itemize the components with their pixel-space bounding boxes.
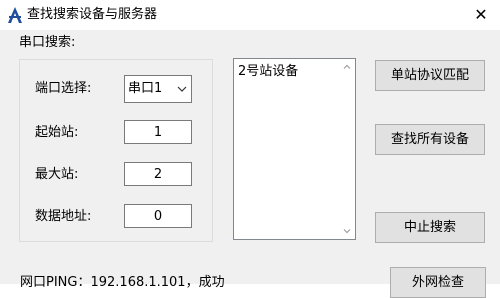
port-select-value: 串口1 bbox=[128, 81, 163, 96]
dialog-client-area: 串口搜索: 端口选择: 串口1 起始站: 1 最大站: 2 数据地址: 0 2号… bbox=[0, 30, 500, 298]
app-logo-icon bbox=[6, 6, 24, 24]
data-address-input[interactable]: 0 bbox=[124, 204, 192, 228]
start-station-label: 起始站: bbox=[35, 125, 79, 140]
serial-search-label: 串口搜索: bbox=[19, 35, 76, 50]
external-network-check-button[interactable]: 外网检查 bbox=[390, 267, 486, 298]
list-item[interactable]: 2号站设备 bbox=[238, 63, 298, 81]
scroll-up-icon[interactable] bbox=[343, 63, 351, 71]
close-button[interactable]: ✕ bbox=[462, 0, 500, 30]
serial-search-group: 端口选择: 串口1 起始站: 1 最大站: 2 数据地址: 0 bbox=[19, 59, 213, 242]
scroll-down-icon[interactable] bbox=[343, 227, 351, 235]
vertical-scrollbar[interactable] bbox=[339, 59, 355, 239]
max-station-input[interactable]: 2 bbox=[124, 162, 192, 186]
max-station-label: 最大站: bbox=[35, 167, 79, 182]
stop-search-button[interactable]: 中止搜索 bbox=[375, 212, 485, 243]
port-select[interactable]: 串口1 bbox=[124, 75, 192, 103]
find-all-devices-button[interactable]: 查找所有设备 bbox=[375, 124, 485, 155]
data-address-label: 数据地址: bbox=[35, 209, 92, 224]
close-icon: ✕ bbox=[474, 5, 488, 24]
device-listbox[interactable]: 2号站设备 bbox=[233, 58, 356, 240]
status-text: 网口PING：192.168.1.101，成功 bbox=[20, 275, 225, 290]
port-label: 端口选择: bbox=[35, 81, 92, 96]
title-bar: 查找搜索设备与服务器 ✕ bbox=[0, 0, 500, 30]
window-title: 查找搜索设备与服务器 bbox=[27, 7, 158, 22]
single-station-match-button[interactable]: 单站协议匹配 bbox=[375, 60, 485, 91]
start-station-input[interactable]: 1 bbox=[124, 120, 192, 144]
chevron-down-icon bbox=[177, 86, 187, 92]
